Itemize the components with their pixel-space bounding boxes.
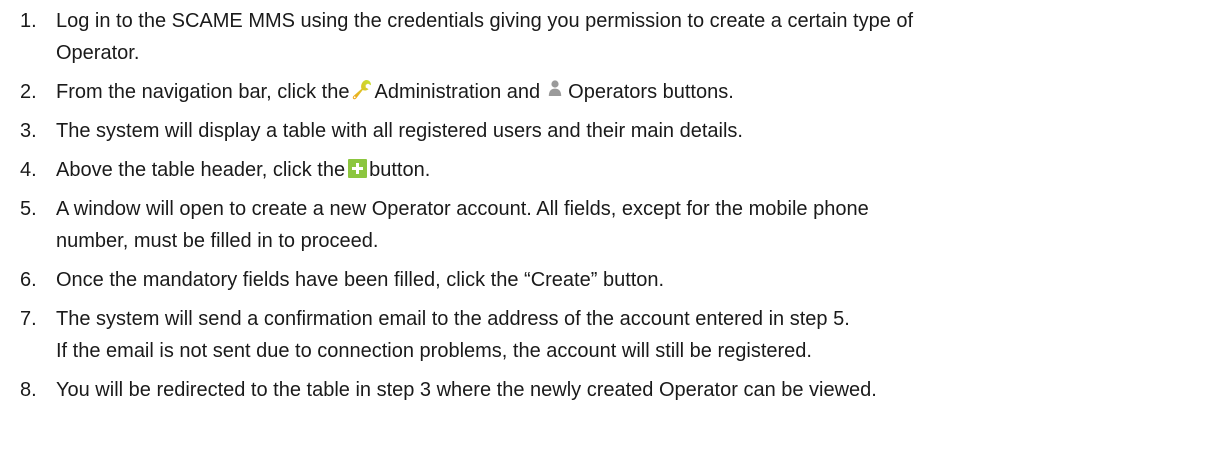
step-number: 7.: [20, 308, 37, 330]
step-2: 2. From the navigation bar, click the Ad…: [0, 76, 1213, 108]
plus-icon: [348, 159, 368, 178]
wrench-icon: [353, 80, 372, 100]
step-text-line: From the navigation bar, click the Admin…: [56, 76, 1207, 108]
step-number: 8.: [20, 379, 37, 401]
step-7: 7. The system will send a confirmation e…: [0, 303, 1213, 367]
step-text: The system will display a table with all…: [56, 120, 743, 142]
step-text: Once the mandatory fields have been fill…: [56, 269, 665, 291]
steps-list: 1. Log in to the SCAME MMS using the cre…: [0, 5, 1213, 406]
step-text: number, must be filled in to proceed.: [56, 230, 379, 252]
step-text: Log in to the SCAME MMS using the creden…: [56, 10, 914, 32]
step-number: 1.: [20, 10, 37, 32]
user-icon: [548, 80, 562, 96]
instructions-document: 1. Log in to the SCAME MMS using the cre…: [0, 0, 1213, 449]
step-number: 3.: [20, 120, 37, 142]
step-number: 4.: [20, 159, 37, 181]
step-number: 6.: [20, 269, 37, 291]
step-3: 3. The system will display a table with …: [0, 115, 1213, 147]
step-6: 6. Once the mandatory fields have been f…: [0, 264, 1213, 296]
step-text: Above the table header, click the: [56, 159, 346, 181]
step-text: button.: [369, 159, 431, 181]
step-4: 4. Above the table header, click the but…: [0, 154, 1213, 186]
step-text-line: Above the table header, click the button…: [56, 154, 1207, 186]
step-number: 2.: [20, 81, 37, 103]
step-text: Operator.: [56, 42, 140, 64]
step-5: 5. A window will open to create a new Op…: [0, 193, 1213, 257]
step-text: You will be redirected to the table in s…: [56, 379, 877, 401]
step-text: Operators buttons.: [568, 81, 734, 103]
step-text: If the email is not sent due to connecti…: [56, 340, 812, 362]
step-text: Administration and: [374, 81, 541, 103]
step-number: 5.: [20, 198, 37, 220]
step-1: 1. Log in to the SCAME MMS using the cre…: [0, 5, 1213, 69]
step-text: From the navigation bar, click the: [56, 81, 350, 103]
step-text: The system will send a confirmation emai…: [56, 308, 850, 330]
step-8: 8. You will be redirected to the table i…: [0, 374, 1213, 406]
step-text: A window will open to create a new Opera…: [56, 198, 869, 220]
